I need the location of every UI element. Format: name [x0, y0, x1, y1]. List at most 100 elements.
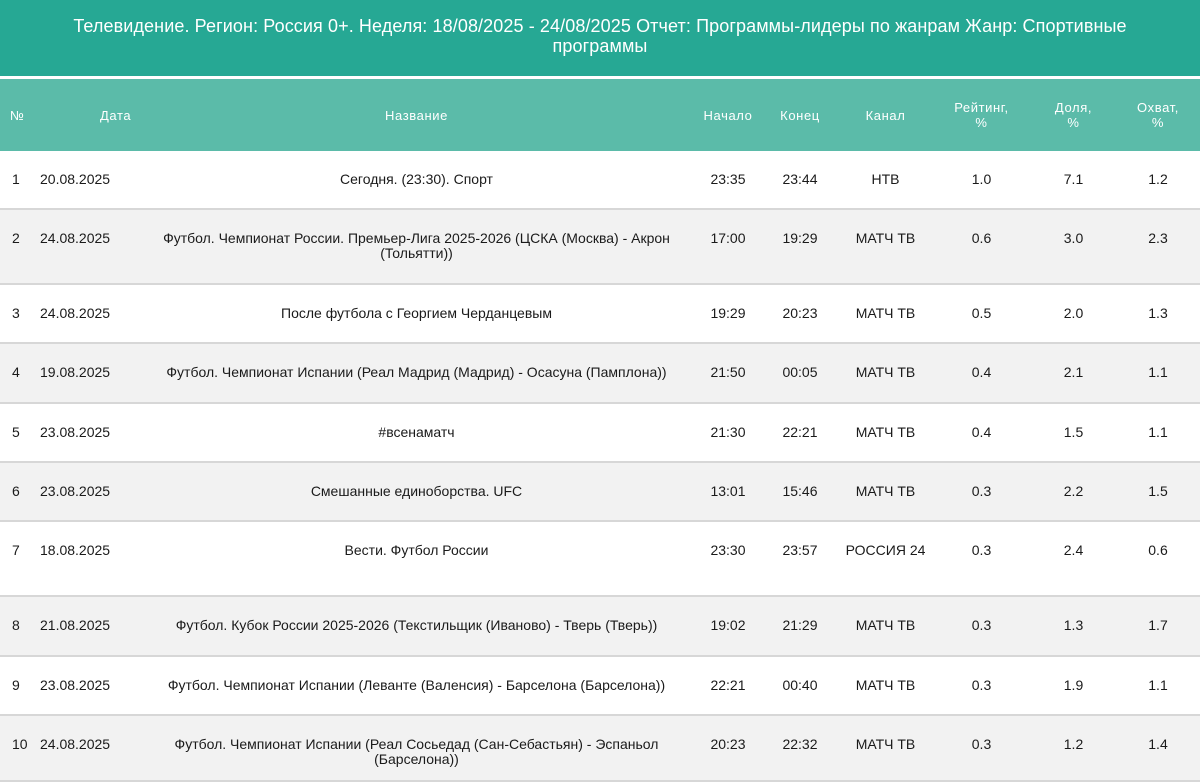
cell-share: 3.0: [1031, 209, 1116, 285]
cell-rating: 0.3: [932, 521, 1031, 597]
cell-end: 23:44: [761, 151, 839, 210]
cell-name: Смешанные единоборства. UFC: [138, 462, 695, 522]
cell-start: 19:02: [695, 596, 761, 657]
cell-rating: 1.0: [932, 151, 1031, 210]
cell-name: Футбол. Чемпионат Испании (Леванте (Вале…: [138, 656, 695, 716]
cell-name: Футбол. Чемпионат Испании (Реал Сосьедад…: [138, 715, 695, 782]
cell-channel: МАТЧ ТВ: [839, 596, 932, 657]
cell-date: 19.08.2025: [36, 343, 138, 404]
cell-share: 1.3: [1031, 596, 1116, 657]
cell-num: 3: [0, 284, 36, 344]
cell-num: 9: [0, 656, 36, 716]
cell-end: 00:05: [761, 343, 839, 404]
column-header-end[interactable]: Конец: [761, 79, 839, 151]
table-header-row: № Дата Название Начало Конец Канал Рейти…: [0, 79, 1200, 151]
cell-share: 2.4: [1031, 521, 1116, 597]
cell-name: Футбол. Кубок России 2025-2026 (Текстиль…: [138, 596, 695, 657]
cell-num: 8: [0, 596, 36, 657]
cell-reach: 1.1: [1116, 343, 1200, 404]
cell-share: 2.1: [1031, 343, 1116, 404]
cell-num: 2: [0, 209, 36, 285]
cell-date: 21.08.2025: [36, 596, 138, 657]
table-row: 3 24.08.2025 После футбола с Георгием Че…: [0, 284, 1200, 344]
cell-rating: 0.3: [932, 462, 1031, 522]
cell-end: 21:29: [761, 596, 839, 657]
cell-date: 24.08.2025: [36, 284, 138, 344]
cell-share: 1.9: [1031, 656, 1116, 716]
table-row: 8 21.08.2025 Футбол. Кубок России 2025-2…: [0, 596, 1200, 657]
table-row: 6 23.08.2025 Смешанные единоборства. UFC…: [0, 462, 1200, 522]
cell-share: 2.0: [1031, 284, 1116, 344]
cell-num: 7: [0, 521, 36, 597]
cell-start: 17:00: [695, 209, 761, 285]
cell-name: Футбол. Чемпионат России. Премьер-Лига 2…: [138, 209, 695, 285]
table-row: 5 23.08.2025 #всенаматч 21:30 22:21 МАТЧ…: [0, 403, 1200, 463]
table-row: 1 20.08.2025 Сегодня. (23:30). Спорт 23:…: [0, 151, 1200, 210]
cell-end: 19:29: [761, 209, 839, 285]
cell-reach: 1.4: [1116, 715, 1200, 782]
cell-date: 18.08.2025: [36, 521, 138, 597]
cell-num: 6: [0, 462, 36, 522]
cell-reach: 1.1: [1116, 656, 1200, 716]
cell-channel: МАТЧ ТВ: [839, 462, 932, 522]
cell-channel: МАТЧ ТВ: [839, 403, 932, 463]
cell-name: #всенаматч: [138, 403, 695, 463]
cell-start: 20:23: [695, 715, 761, 782]
cell-channel: МАТЧ ТВ: [839, 715, 932, 782]
cell-share: 2.2: [1031, 462, 1116, 522]
column-header-date[interactable]: Дата: [36, 79, 138, 151]
cell-channel: НТВ: [839, 151, 932, 210]
table-row: 2 24.08.2025 Футбол. Чемпионат России. П…: [0, 209, 1200, 285]
cell-end: 20:23: [761, 284, 839, 344]
column-header-share-label: Доля,: [1054, 100, 1093, 115]
report-title-bar: Телевидение. Регион: Россия 0+. Неделя: …: [0, 0, 1200, 76]
cell-start: 23:30: [695, 521, 761, 597]
cell-channel: МАТЧ ТВ: [839, 343, 932, 404]
column-header-num[interactable]: №: [0, 79, 36, 151]
cell-reach: 1.7: [1116, 596, 1200, 657]
cell-start: 22:21: [695, 656, 761, 716]
column-header-rating-label: Рейтинг,: [954, 100, 1009, 115]
table-row: 7 18.08.2025 Вести. Футбол России 23:30 …: [0, 521, 1200, 597]
cell-rating: 0.4: [932, 403, 1031, 463]
cell-rating: 0.3: [932, 715, 1031, 782]
cell-date: 24.08.2025: [36, 209, 138, 285]
cell-start: 21:50: [695, 343, 761, 404]
cell-num: 10: [0, 715, 36, 782]
cell-date: 23.08.2025: [36, 403, 138, 463]
cell-reach: 1.1: [1116, 403, 1200, 463]
column-header-rating[interactable]: Рейтинг, %: [932, 79, 1031, 151]
column-header-channel[interactable]: Канал: [839, 79, 932, 151]
column-header-name[interactable]: Название: [138, 79, 695, 151]
cell-end: 23:57: [761, 521, 839, 597]
cell-reach: 1.3: [1116, 284, 1200, 344]
cell-start: 19:29: [695, 284, 761, 344]
cell-start: 23:35: [695, 151, 761, 210]
cell-name: После футбола с Георгием Черданцевым: [138, 284, 695, 344]
cell-rating: 0.3: [932, 656, 1031, 716]
cell-end: 22:21: [761, 403, 839, 463]
cell-num: 4: [0, 343, 36, 404]
column-header-start[interactable]: Начало: [695, 79, 761, 151]
column-header-share[interactable]: Доля, %: [1031, 79, 1116, 151]
cell-date: 23.08.2025: [36, 656, 138, 716]
cell-rating: 0.4: [932, 343, 1031, 404]
cell-channel: МАТЧ ТВ: [839, 656, 932, 716]
cell-name: Сегодня. (23:30). Спорт: [138, 151, 695, 210]
cell-start: 13:01: [695, 462, 761, 522]
cell-name: Футбол. Чемпионат Испании (Реал Мадрид (…: [138, 343, 695, 404]
cell-reach: 1.5: [1116, 462, 1200, 522]
cell-date: 23.08.2025: [36, 462, 138, 522]
column-header-reach-unit: %: [1151, 115, 1165, 130]
cell-channel: МАТЧ ТВ: [839, 209, 932, 285]
cell-share: 1.2: [1031, 715, 1116, 782]
cell-end: 15:46: [761, 462, 839, 522]
cell-end: 00:40: [761, 656, 839, 716]
sports-programs-table: № Дата Название Начало Конец Канал Рейти…: [0, 79, 1200, 782]
cell-date: 20.08.2025: [36, 151, 138, 210]
report-title: Телевидение. Регион: Россия 0+. Неделя: …: [73, 16, 1127, 56]
cell-start: 21:30: [695, 403, 761, 463]
column-header-reach[interactable]: Охват, %: [1116, 79, 1200, 151]
cell-num: 5: [0, 403, 36, 463]
cell-reach: 0.6: [1116, 521, 1200, 597]
